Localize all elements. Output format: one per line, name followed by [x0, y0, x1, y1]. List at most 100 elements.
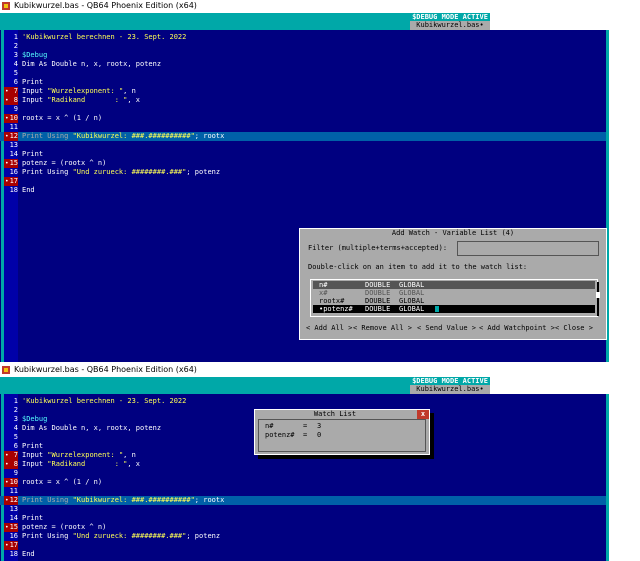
code-line[interactable]: • 15 potenz = (rootx ^ n) — [0, 523, 606, 532]
close-icon[interactable]: x — [417, 410, 429, 419]
code-line[interactable]: 16 Print Using "Und zurueck: ########.###… — [0, 168, 606, 177]
variable-list[interactable]: n# DOUBLE GLOBAL x# DOUBLE GLOBAL rootx# DOUBLE… — [310, 279, 600, 317]
code-line[interactable]: • 10 rootx = x ^ (1 / n) — [0, 478, 606, 487]
watch-item[interactable]: potenz# = 0 — [265, 431, 415, 440]
code-token: , x — [127, 96, 141, 104]
code-token: Print — [22, 514, 44, 522]
line-number: 9 — [13, 105, 18, 113]
code-line[interactable]: • 10 rootx = x ^ (1 / n) — [0, 114, 606, 123]
file-tab[interactable]: Kubikwurzel.bas• — [410, 21, 490, 30]
code-line[interactable]: 11 — [0, 487, 606, 496]
variable-list-item[interactable]: rootx# DOUBLE GLOBAL — [313, 297, 595, 305]
code-line[interactable]: 18 End — [0, 550, 606, 559]
code-line[interactable]: 1 'Kubikwurzel berechnen - 23. Sept. 2022 — [0, 397, 606, 406]
line-number: 1 — [13, 33, 18, 41]
code-line[interactable]: • 15 potenz = (rootx ^ n) — [0, 159, 606, 168]
line-number: 12 — [9, 132, 18, 140]
code-line[interactable]: 4 Dim As Double n, x, rootx, potenz — [0, 60, 606, 69]
code-token: Input — [22, 460, 48, 468]
code-line[interactable]: 14 Print — [0, 150, 606, 159]
code-token: Dim As Double n, x, rootx, potenz — [22, 60, 162, 68]
add-watchpoint-button[interactable]: < Add Watchpoint > — [479, 324, 555, 333]
code-line[interactable]: 13 — [0, 505, 606, 514]
variable-list-item[interactable]: x# DOUBLE GLOBAL — [313, 289, 595, 297]
watch-eq: = — [303, 431, 308, 439]
line-number: 16 — [9, 168, 18, 176]
window-title: Kubikwurzel.bas - QB64 Phoenix Edition (… — [14, 1, 197, 10]
code-text: End — [22, 186, 35, 195]
close-button[interactable]: < Close > — [555, 324, 593, 333]
line-number: 2 — [13, 406, 18, 414]
code-line-current[interactable]: • 12 Print Using "Kubikwurzel: ###.#######… — [0, 132, 606, 141]
code-line[interactable]: • 8 Input "Radikand : ", x — [0, 460, 606, 469]
variable-list-scrollbar[interactable] — [597, 282, 599, 316]
code-text: Print Using "Kubikwurzel: ###.##########… — [22, 132, 224, 141]
code-line[interactable]: 6 Print — [0, 78, 606, 87]
variable-list-item[interactable]: •potenz# DOUBLE GLOBAL — [313, 305, 595, 313]
code-token: ; potenz — [186, 168, 221, 176]
code-text: Print — [22, 442, 43, 451]
line-number: 2 — [13, 42, 18, 50]
filter-input[interactable] — [457, 241, 599, 256]
line-number: 15 — [9, 159, 18, 167]
line-number: 10 — [9, 478, 18, 486]
variable-name: rootx# — [319, 297, 345, 305]
code-line[interactable]: • 7 Input "Wurzelexponent: ", n — [0, 87, 606, 96]
code-line[interactable]: 11 — [0, 123, 606, 132]
code-token: End — [22, 550, 35, 558]
code-line[interactable]: 13 — [0, 141, 606, 150]
text-cursor — [435, 306, 439, 312]
send-value-button[interactable]: < Send Value > — [417, 324, 476, 333]
code-text: rootx = x ^ (1 / n) — [22, 114, 102, 123]
window-titlebar[interactable]: Kubikwurzel.bas - QB64 Phoenix Edition (… — [0, 364, 640, 376]
code-token: potenz = (rootx ^ n) — [22, 159, 107, 167]
window-title: Kubikwurzel.bas - QB64 Phoenix Edition (… — [14, 365, 197, 374]
code-token: "Und zurueck: ########.###" — [72, 168, 187, 176]
code-token: $Debug — [22, 415, 48, 423]
code-line[interactable]: 18 End — [0, 186, 606, 195]
code-line[interactable]: 16 Print Using "Und zurueck: ########.###… — [0, 532, 606, 541]
code-text: Input "Wurzelexponent: ", n — [22, 451, 136, 460]
watch-list-panel: Watch List x n# = 3 potenz# = 0 — [254, 409, 430, 455]
code-line[interactable]: 9 — [0, 469, 606, 478]
code-line[interactable]: • 8 Input "Radikand : ", x — [0, 96, 606, 105]
code-line[interactable]: 2 — [0, 42, 606, 51]
file-tab[interactable]: Kubikwurzel.bas• — [410, 385, 490, 394]
code-token: 'Kubikwurzel berechnen - 23. Sept. 2022 — [22, 33, 187, 41]
code-text: $Debug — [22, 415, 47, 424]
code-text: Print Using "Und zurueck: ########.###";… — [22, 168, 220, 177]
remove-all-button[interactable]: < Remove All > — [353, 324, 412, 333]
variable-list-item[interactable]: n# DOUBLE GLOBAL — [313, 281, 595, 289]
code-line[interactable]: • 17 — [0, 177, 606, 186]
scrollbar-thumb[interactable] — [596, 292, 600, 298]
window-titlebar[interactable]: Kubikwurzel.bas - QB64 Phoenix Edition (… — [0, 0, 640, 12]
line-number: 17 — [9, 541, 18, 549]
editor-right-strip — [609, 394, 640, 561]
code-line[interactable]: 5 — [0, 69, 606, 78]
code-line[interactable]: 9 — [0, 105, 606, 114]
code-token: "Wurzelexponent: " — [47, 451, 124, 459]
line-number: 8 — [13, 96, 18, 104]
code-line[interactable]: 1 'Kubikwurzel berechnen - 23. Sept. 2022 — [0, 33, 606, 42]
line-number: 7 — [13, 87, 18, 95]
line-number: 12 — [9, 496, 18, 504]
code-line[interactable]: • 17 — [0, 541, 606, 550]
code-text: potenz = (rootx ^ n) — [22, 523, 106, 532]
code-token: , n — [123, 87, 136, 95]
code-text: rootx = x ^ (1 / n) — [22, 478, 102, 487]
watch-item[interactable]: n# = 3 — [265, 422, 415, 431]
line-number: 9 — [13, 469, 18, 477]
watch-val: 0 — [317, 431, 322, 439]
code-token: Print Using — [22, 132, 73, 140]
line-number: 5 — [13, 69, 18, 77]
code-line-current[interactable]: • 12 Print Using "Kubikwurzel: ###.#######… — [0, 496, 606, 505]
code-text: potenz = (rootx ^ n) — [22, 159, 106, 168]
code-token: "Und zurueck: ########.###" — [72, 532, 187, 540]
editor-right-strip — [609, 30, 640, 364]
add-all-button[interactable]: < Add All > — [306, 324, 352, 333]
watch-eq: = — [303, 422, 308, 430]
ide-window-add-watch: Kubikwurzel.bas - QB64 Phoenix Edition (… — [0, 0, 640, 364]
code-line[interactable]: 14 Print — [0, 514, 606, 523]
watch-val: 3 — [317, 422, 322, 430]
code-line[interactable]: 3 $Debug — [0, 51, 606, 60]
